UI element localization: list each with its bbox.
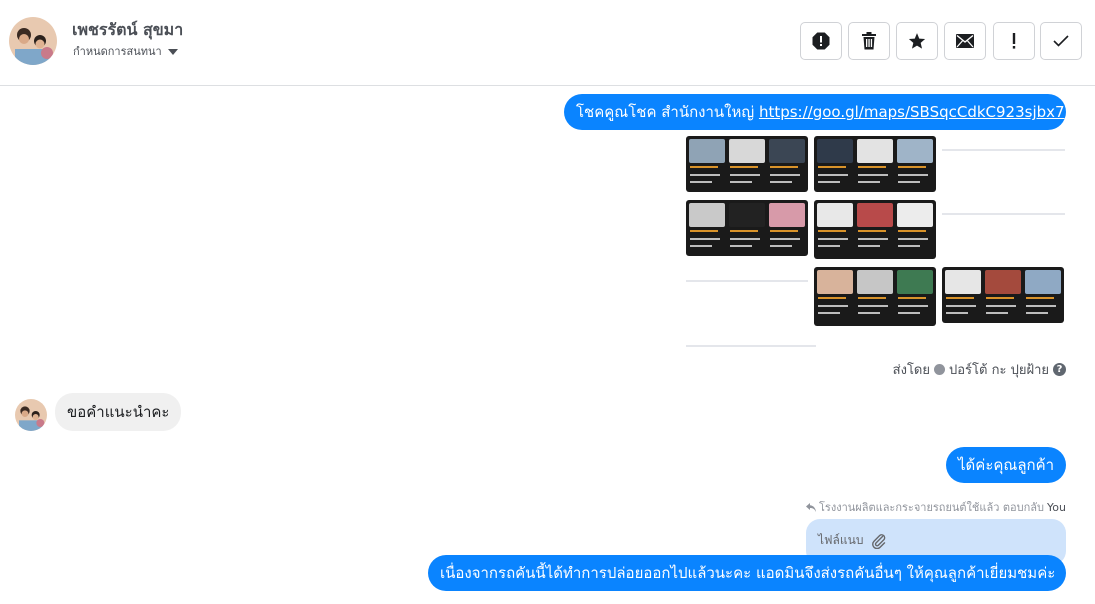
sent-by-prefix: ส่งโดย [892, 363, 930, 378]
sent-by-info: ส่งโดย ปอร์โต้ กะ ปุยฝ้าย ? [893, 359, 1066, 380]
exclamation-icon [1012, 33, 1016, 49]
outgoing-message: เนื่องจากรถคันนี้ได้ทำการปล่อยออกไปแล้วน… [428, 555, 1066, 591]
help-icon[interactable]: ? [1053, 363, 1066, 376]
verified-icon [934, 364, 945, 375]
outgoing-message: โชคคูณโชค สำนักงานใหญ่ https://goo.gl/ma… [564, 94, 1066, 130]
message-text: โชคคูณโชค สำนักงานใหญ่ [576, 103, 759, 121]
assign-conversation-dropdown[interactable]: กำหนดการสนทนา [73, 42, 178, 60]
car-listing-thumbnail[interactable] [686, 200, 808, 256]
car-listing-thumbnail[interactable] [814, 200, 936, 259]
star-button[interactable] [896, 22, 938, 60]
message-text: ได้ค่ะคุณลูกค้า [958, 456, 1055, 474]
reply-meta: โรงงานผลิตและกระจายรถยนต์ใช้แล้ว ตอบกลับ… [806, 498, 1066, 516]
caret-down-icon [167, 48, 178, 55]
contact-avatar[interactable] [9, 17, 57, 65]
trash-icon [862, 32, 876, 50]
sent-by-name: ปอร์โต้ กะ ปุยฝ้าย [949, 363, 1049, 378]
reply-meta-text: โรงงานผลิตและกระจายรถยนต์ใช้แล้ว ตอบกลับ [819, 501, 1045, 514]
attachment-label: ไฟล์แนบ [818, 533, 864, 547]
outgoing-message: ได้ค่ะคุณลูกค้า [946, 447, 1066, 483]
conversation-header: เพชรรัตน์ สุขมา กำหนดการสนทนา [0, 0, 1095, 86]
map-link[interactable]: https://goo.gl/maps/SBSqcCdkC923sjbx7 [759, 103, 1065, 121]
placeholder-divider [942, 149, 1065, 151]
placeholder-divider [686, 345, 816, 347]
car-listing-thumbnail[interactable] [814, 136, 936, 192]
mark-done-button[interactable] [1040, 22, 1082, 60]
star-icon [908, 33, 926, 49]
reply-arrow-icon [806, 502, 817, 512]
mark-unread-button[interactable] [944, 22, 986, 60]
follow-up-button[interactable] [993, 22, 1035, 60]
placeholder-divider [686, 280, 808, 282]
placeholder-divider [942, 213, 1065, 215]
delete-button[interactable] [848, 22, 890, 60]
check-icon [1053, 35, 1069, 47]
spam-icon [812, 32, 830, 50]
mail-icon [956, 34, 974, 48]
incoming-message: ขอคำแนะนำคะ [55, 393, 182, 431]
contact-avatar-small [15, 399, 47, 431]
car-listing-thumbnail[interactable] [814, 267, 936, 326]
car-listing-thumbnail[interactable] [686, 136, 808, 192]
reply-owner: You [1047, 500, 1066, 514]
paperclip-icon [872, 533, 886, 549]
spam-button[interactable] [800, 22, 842, 60]
message-text: ขอคำแนะนำคะ [67, 403, 170, 421]
message-text: เนื่องจากรถคันนี้ได้ทำการปล่อยออกไปแล้วน… [440, 564, 1056, 582]
assign-label: กำหนดการสนทนา [73, 45, 162, 58]
car-listing-thumbnail[interactable] [942, 267, 1064, 323]
contact-name[interactable]: เพชรรัตน์ สุขมา [72, 18, 183, 43]
